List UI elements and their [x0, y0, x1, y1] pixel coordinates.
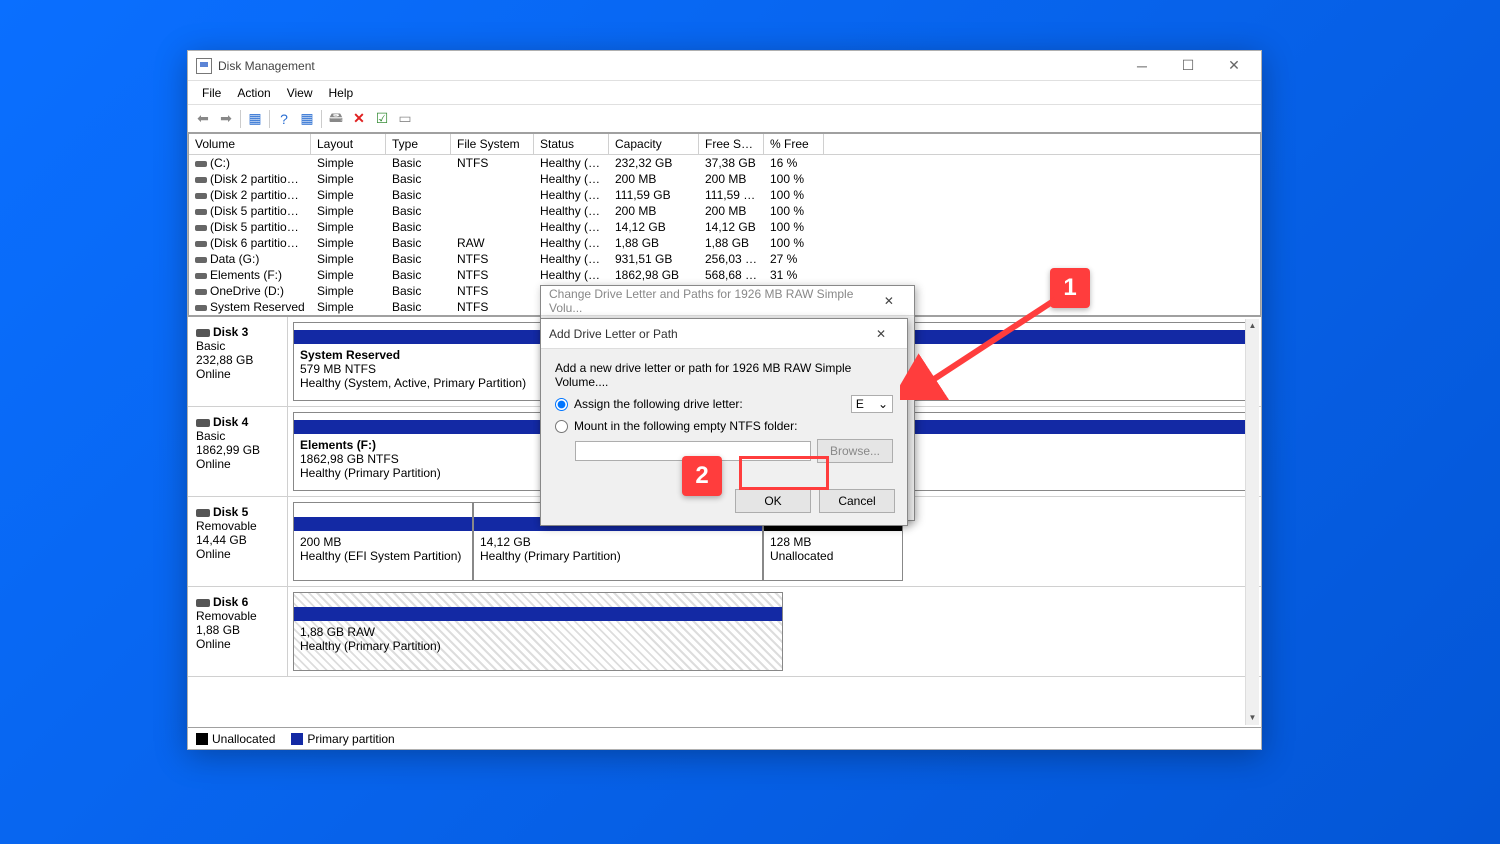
- dialog2-title: Add Drive Letter or Path: [549, 327, 678, 341]
- disk-icon: [196, 509, 210, 517]
- grid-header: Volume Layout Type File System Status Ca…: [189, 134, 1260, 155]
- menu-file[interactable]: File: [194, 84, 229, 102]
- help-icon[interactable]: ?: [273, 108, 295, 130]
- col-type[interactable]: Type: [386, 134, 451, 154]
- volume-row[interactable]: (Disk 2 partition 2)SimpleBasicHealthy (…: [189, 187, 1260, 203]
- drive-icon[interactable]: 🖴: [325, 108, 347, 130]
- assign-letter-radio[interactable]: [555, 398, 568, 411]
- volume-row[interactable]: Elements (F:)SimpleBasicNTFSHealthy (P..…: [189, 267, 1260, 283]
- app-icon: [196, 58, 212, 74]
- minimize-button[interactable]: ─: [1119, 51, 1165, 81]
- dialog2-ok-button[interactable]: OK: [735, 489, 811, 513]
- close-button[interactable]: ✕: [1211, 51, 1257, 81]
- dialog1-title: Change Drive Letter and Paths for 1926 M…: [549, 287, 872, 315]
- drive-letter-select[interactable]: E ⌄: [851, 395, 893, 413]
- disk3-title: Disk 3: [213, 325, 248, 339]
- col-pct[interactable]: % Free: [764, 134, 824, 154]
- menubar: File Action View Help: [188, 81, 1261, 105]
- dialog1-close-button[interactable]: ✕: [872, 286, 906, 316]
- scroll-down-icon[interactable]: ▼: [1246, 711, 1259, 725]
- menu-help[interactable]: Help: [321, 84, 362, 102]
- col-volume[interactable]: Volume: [189, 134, 311, 154]
- menu-view[interactable]: View: [279, 84, 321, 102]
- dialog2-description: Add a new drive letter or path for 1926 …: [555, 361, 893, 389]
- partition-raw[interactable]: 1,88 GB RAW Healthy (Primary Partition): [293, 592, 783, 671]
- dialog2-cancel-button[interactable]: Cancel: [819, 489, 895, 513]
- ok-highlight: [739, 456, 829, 490]
- col-capacity[interactable]: Capacity: [609, 134, 699, 154]
- dialog1-titlebar: Change Drive Letter and Paths for 1926 M…: [541, 286, 914, 316]
- col-layout[interactable]: Layout: [311, 134, 386, 154]
- disk-icon: [196, 599, 210, 607]
- disk-icon: [196, 419, 210, 427]
- partition-efi[interactable]: 200 MB Healthy (EFI System Partition): [293, 502, 473, 581]
- volume-row[interactable]: (Disk 6 partition 1)SimpleBasicRAWHealth…: [189, 235, 1260, 251]
- disk6-title: Disk 6: [213, 595, 248, 609]
- props-icon[interactable]: ▭: [394, 108, 416, 130]
- annotation-1: 1: [1050, 268, 1090, 308]
- forward-icon[interactable]: ➡: [215, 108, 237, 130]
- window-title: Disk Management: [218, 59, 315, 73]
- menu-action[interactable]: Action: [229, 84, 278, 102]
- mount-folder-label: Mount in the following empty NTFS folder…: [574, 419, 797, 433]
- chevron-down-icon: ⌄: [878, 397, 888, 411]
- disk-icon: [196, 329, 210, 337]
- col-fs[interactable]: File System: [451, 134, 534, 154]
- legend: Unallocated Primary partition: [188, 727, 1261, 749]
- legend-unalloc-icon: [196, 733, 208, 745]
- disk5-title: Disk 5: [213, 505, 248, 519]
- assign-letter-label: Assign the following drive letter:: [574, 397, 743, 411]
- maximize-button[interactable]: ☐: [1165, 51, 1211, 81]
- toolbar: ⬅ ➡ ▦ ? ▦ 🖴 ✕ ☑ ▭: [188, 105, 1261, 133]
- back-icon[interactable]: ⬅: [192, 108, 214, 130]
- scrollbar[interactable]: ▲ ▼: [1245, 319, 1259, 725]
- disk-row-6: Disk 6 Removable 1,88 GB Online 1,88 GB …: [188, 587, 1261, 677]
- col-free[interactable]: Free Spa...: [699, 134, 764, 154]
- add-drive-letter-dialog: Add Drive Letter or Path ✕ Add a new dri…: [540, 318, 908, 526]
- volume-row[interactable]: (Disk 5 partition 2)SimpleBasicHealthy (…: [189, 219, 1260, 235]
- list-icon[interactable]: ▦: [244, 108, 266, 130]
- delete-icon[interactable]: ✕: [348, 108, 370, 130]
- scroll-up-icon[interactable]: ▲: [1246, 319, 1259, 333]
- grid-icon[interactable]: ▦: [296, 108, 318, 130]
- disk4-title: Disk 4: [213, 415, 248, 429]
- volume-row[interactable]: (Disk 2 partition 1)SimpleBasicHealthy (…: [189, 171, 1260, 187]
- titlebar: Disk Management ─ ☐ ✕: [188, 51, 1261, 81]
- annotation-2: 2: [682, 456, 722, 496]
- volume-row[interactable]: (Disk 5 partition 1)SimpleBasicHealthy (…: [189, 203, 1260, 219]
- dialog2-titlebar: Add Drive Letter or Path ✕: [541, 319, 907, 349]
- volume-row[interactable]: Data (G:)SimpleBasicNTFSHealthy (P...931…: [189, 251, 1260, 267]
- check-icon[interactable]: ☑: [371, 108, 393, 130]
- col-status[interactable]: Status: [534, 134, 609, 154]
- legend-primary-icon: [291, 733, 303, 745]
- volume-row[interactable]: (C:)SimpleBasicNTFSHealthy (B...232,32 G…: [189, 155, 1260, 171]
- mount-folder-radio[interactable]: [555, 420, 568, 433]
- dialog2-close-button[interactable]: ✕: [863, 319, 899, 349]
